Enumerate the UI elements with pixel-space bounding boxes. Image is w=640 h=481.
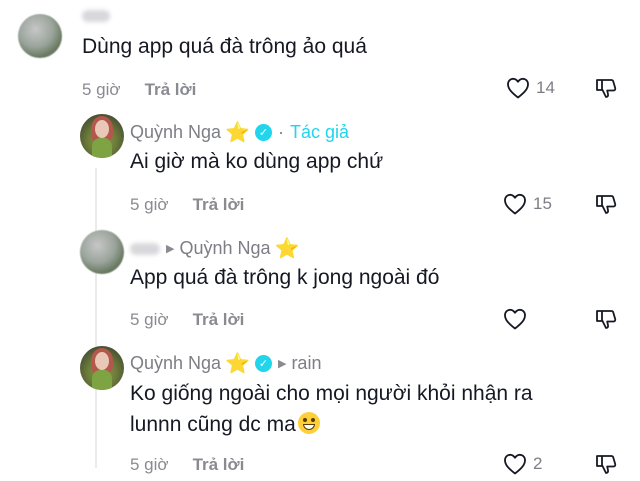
- comment-username[interactable]: Quỳnh Nga: [130, 122, 221, 143]
- avatar[interactable]: [18, 14, 62, 58]
- reply-to-username[interactable]: Quỳnh Nga: [179, 238, 270, 259]
- triangle-right-icon: ▶: [166, 243, 175, 255]
- thumbs-down-outline-icon: [596, 79, 617, 98]
- comment-text-line-2-text: lunnn cũng dc ma: [130, 413, 296, 436]
- comment-time: 5 giờ: [130, 195, 169, 214]
- reply-button[interactable]: Trả lời: [193, 310, 245, 330]
- triangle-right-icon: ▶: [277, 358, 287, 370]
- reply-thread-line: [95, 168, 97, 468]
- thumbs-down-outline-icon: [596, 195, 617, 214]
- comment-meta: 5 giờ Trả lời: [130, 195, 244, 215]
- like-button[interactable]: 2: [503, 453, 542, 475]
- verified-check-icon: ✓: [254, 124, 272, 141]
- like-count: 14: [536, 78, 555, 97]
- like-button[interactable]: [503, 308, 527, 330]
- heart-outline-icon: [504, 453, 526, 475]
- blurred-username: [82, 10, 110, 22]
- comment-meta: 5 giờ Trả lời: [130, 310, 244, 330]
- dislike-button[interactable]: [594, 452, 618, 481]
- comment-text: Dùng app quá đà trông ảo quá: [82, 35, 367, 58]
- star-emoji: ⭐: [274, 238, 300, 260]
- heart-outline-icon: [504, 193, 526, 215]
- comment-text-line-2: lunnn cũng dc ma: [130, 408, 320, 441]
- dislike-button[interactable]: [594, 76, 618, 105]
- thumbs-down-outline-icon: [596, 310, 617, 329]
- like-count: 2: [533, 454, 543, 473]
- reply-to-username[interactable]: rain: [291, 353, 321, 374]
- author-badge: Tác giả: [289, 122, 349, 142]
- reply-button[interactable]: Trả lời: [193, 195, 245, 215]
- grinning-emoji: [297, 412, 320, 434]
- heart-outline-icon: [507, 77, 529, 99]
- comment-meta: 5 giờ Trả lời: [82, 80, 196, 100]
- comment-time: 5 giờ: [130, 310, 169, 329]
- avatar[interactable]: [80, 114, 124, 158]
- reply-button[interactable]: Trả lời: [145, 80, 197, 100]
- like-button[interactable]: 14: [506, 77, 555, 99]
- separator-dot: ·: [277, 122, 284, 142]
- reply-button[interactable]: Trả lời: [193, 455, 245, 475]
- comment-text: App quá đà trông k jong ngoài đó: [130, 266, 440, 289]
- avatar[interactable]: [80, 346, 124, 390]
- comment-text: Ai giờ mà ko dùng app chứ: [130, 150, 384, 173]
- comment-time: 5 giờ: [82, 80, 121, 99]
- verified-check-icon: ✓: [254, 355, 272, 372]
- comment-meta: 5 giờ Trả lời: [130, 455, 244, 475]
- comment-username-row: Quỳnh Nga ⭐ ✓ · Tác giả: [130, 120, 349, 145]
- star-emoji: ⭐: [225, 122, 250, 144]
- comment-username[interactable]: Quỳnh Nga: [130, 353, 221, 374]
- comment-username[interactable]: [82, 10, 110, 22]
- blurred-username: [130, 242, 160, 255]
- dislike-button[interactable]: [594, 192, 618, 221]
- avatar[interactable]: [80, 230, 124, 274]
- thumbs-down-outline-icon: [596, 455, 617, 474]
- star-emoji: ⭐: [225, 353, 250, 375]
- dislike-button[interactable]: [594, 307, 618, 336]
- heart-outline-icon: [504, 308, 526, 330]
- comment-username-row: Quỳnh Nga ⭐ ✓ ▶ rain: [130, 351, 321, 376]
- comment-username-row: ▶ Quỳnh Nga ⭐: [130, 236, 299, 261]
- like-count: 15: [533, 194, 552, 213]
- like-button[interactable]: 15: [503, 193, 552, 215]
- comment-text-line-1: Ko giống ngoài cho mọi người khỏi nhận r…: [130, 382, 533, 405]
- comment-time: 5 giờ: [130, 455, 169, 474]
